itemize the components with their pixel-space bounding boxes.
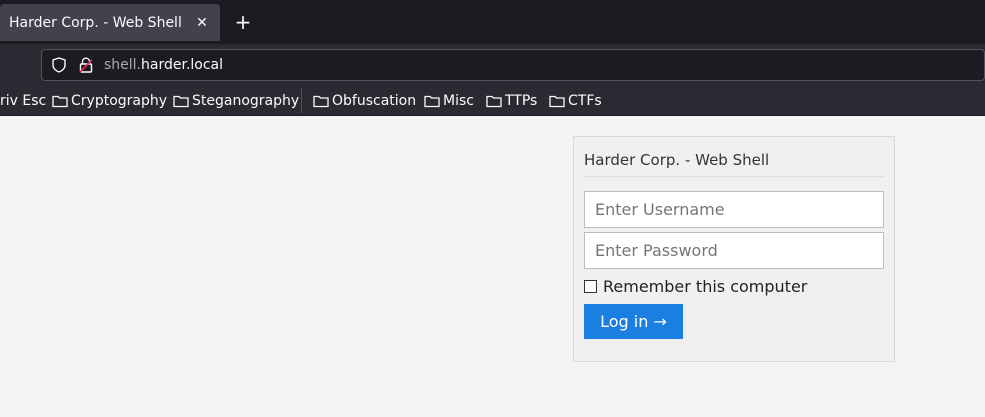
bookmarks-toolbar: riv Esc Cryptography Steganography Obfus… — [0, 86, 985, 116]
password-input[interactable] — [584, 232, 884, 269]
close-tab-icon[interactable]: ✕ — [190, 11, 214, 35]
url-subdomain: shell. — [104, 57, 142, 73]
bookmark-folder-ttps[interactable]: TTPs — [486, 86, 537, 116]
url-domain: harder.local — [141, 57, 224, 73]
title-divider — [584, 176, 884, 177]
bookmark-label: Cryptography — [71, 93, 168, 109]
folder-icon — [549, 94, 565, 108]
bookmark-label: CTFs — [568, 93, 602, 109]
shield-icon[interactable] — [51, 57, 67, 73]
tab-title: Harder Corp. - Web Shell — [9, 14, 182, 31]
bookmark-label: Obfuscation — [332, 93, 417, 109]
remember-checkbox[interactable] — [584, 279, 597, 293]
bookmark-folder-obfuscation[interactable]: Obfuscation — [313, 86, 416, 116]
bookmark-folder-steganography[interactable]: Steganography — [173, 86, 299, 116]
navigation-bar: shell.harder.local — [0, 44, 985, 86]
remember-label: Remember this computer — [603, 276, 808, 296]
url-text[interactable]: shell.harder.local — [104, 57, 223, 73]
page-content: Harder Corp. - Web Shell Remember this c… — [0, 117, 985, 417]
bookmark-label: Misc — [443, 93, 474, 109]
folder-icon — [486, 94, 502, 108]
bookmark-label: Steganography — [192, 93, 300, 109]
new-tab-button[interactable]: + — [230, 9, 256, 35]
folder-icon — [313, 94, 329, 108]
active-tab[interactable]: Harder Corp. - Web Shell ✕ — [0, 4, 220, 41]
folder-icon — [424, 94, 440, 108]
insecure-lock-icon[interactable] — [78, 57, 94, 73]
url-bar[interactable]: shell.harder.local — [41, 49, 985, 81]
bookmark-label: TTPs — [505, 93, 538, 109]
login-title: Harder Corp. - Web Shell — [584, 151, 770, 169]
tab-strip: Harder Corp. - Web Shell ✕ + — [0, 0, 985, 44]
username-input[interactable] — [584, 191, 884, 228]
login-card: Harder Corp. - Web Shell Remember this c… — [573, 136, 895, 362]
bookmark-folder-ctfs[interactable]: CTFs — [549, 86, 602, 116]
bookmark-label: riv Esc — [0, 93, 47, 109]
folder-icon — [52, 94, 68, 108]
bookmark-priv-esc[interactable]: riv Esc — [0, 86, 46, 116]
remember-computer-option[interactable]: Remember this computer — [584, 276, 807, 296]
bookmark-folder-cryptography[interactable]: Cryptography — [52, 86, 167, 116]
bookmark-folder-misc[interactable]: Misc — [424, 86, 474, 116]
login-button[interactable]: Log in → — [584, 304, 683, 339]
folder-icon — [173, 94, 189, 108]
bookmarks-separator — [301, 89, 302, 113]
